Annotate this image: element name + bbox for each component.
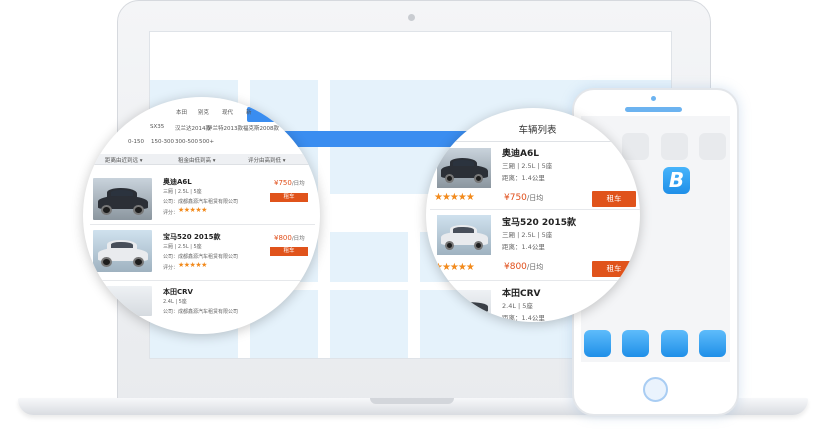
car-name[interactable]: 奥迪A6L — [163, 177, 192, 187]
car-price: ¥750/日均 — [274, 179, 305, 187]
dock-app-icon[interactable] — [584, 330, 611, 357]
car-name[interactable]: 本田CRV — [502, 286, 541, 299]
car-spec: 三厢 | 2.5L | 5座 — [163, 244, 202, 250]
map-road — [408, 232, 420, 358]
rating-stars: ★★★★★ — [178, 206, 207, 214]
price-value: ¥750 — [274, 179, 292, 187]
car-company: 公司：成都鑫源汽车租赁有限公司 — [163, 309, 239, 315]
phone-app-icon[interactable] — [699, 133, 726, 160]
price-value: ¥750 — [504, 193, 527, 203]
car-name[interactable]: 奥迪A6L — [502, 146, 539, 159]
car-price: ¥800/日均 — [274, 234, 305, 242]
car-distance: 距离：1.4公里 — [502, 243, 545, 251]
filter-highlight — [247, 107, 302, 122]
sort-rating[interactable]: 评分由高到低 ▾ — [248, 156, 286, 164]
filter-model[interactable]: SX35 — [150, 124, 164, 130]
car-photo[interactable] — [93, 178, 152, 220]
car-photo[interactable] — [93, 230, 152, 272]
car-price: ¥750/日均 — [504, 193, 543, 203]
dock-app-icon[interactable] — [699, 330, 726, 357]
rent-button[interactable]: 租车 — [592, 261, 636, 277]
filter-price[interactable]: 150-300 — [151, 139, 174, 145]
filter-model[interactable]: 汉兰达2014款 — [175, 124, 211, 132]
rating-label: 评分： — [163, 210, 179, 216]
car-name[interactable]: 宝马520 2015款 — [502, 215, 576, 228]
car-name[interactable]: 宝马520 2015款 — [163, 232, 221, 242]
phone-home-button[interactable] — [643, 377, 668, 402]
filter-price[interactable]: 0-150 — [128, 139, 144, 145]
divider — [90, 224, 315, 225]
divider — [430, 280, 640, 281]
filter-brand[interactable]: 别克 — [198, 108, 209, 116]
phone-app-icon[interactable] — [661, 133, 688, 160]
divider — [430, 209, 640, 210]
car-photo[interactable] — [437, 290, 491, 320]
phone-camera — [651, 96, 656, 101]
divider — [430, 141, 640, 142]
dock-app-icon[interactable] — [622, 330, 649, 357]
rent-button[interactable]: 租车 — [592, 191, 636, 207]
car-photo[interactable] — [93, 286, 152, 316]
car-price: ¥800/日均 — [504, 262, 543, 272]
car-photo[interactable] — [437, 148, 491, 188]
car-company: 公司：成都鑫源汽车租赁有限公司 — [163, 254, 239, 260]
car-spec: 三厢 | 2.5L | 5座 — [502, 162, 553, 170]
price-value: ¥800 — [274, 234, 292, 242]
price-value: ¥800 — [504, 262, 527, 272]
sort-price[interactable]: 租金由低到高 ▾ — [178, 156, 216, 164]
rating-stars: ★★★★★ — [434, 192, 475, 203]
price-unit: /日均 — [291, 236, 305, 242]
mobile-list-magnifier: 车辆列表 ★★★★★ 奥迪A6L 三厢 | 2.5L | 5座 距离：1.4公里… — [426, 108, 640, 322]
dock-app-icon[interactable] — [661, 330, 688, 357]
filter-brand[interactable]: 现代 — [222, 108, 233, 116]
rating-stars: ★★★★★ — [434, 262, 475, 273]
laptop-notch — [370, 398, 454, 404]
car-distance: 距离：1.4公里 — [502, 314, 545, 322]
sort-distance[interactable]: 距离由近到远 ▾ — [105, 156, 143, 164]
filter-brand[interactable]: 本田 — [176, 108, 187, 116]
web-listing-magnifier: 本田 别克 现代 新 SX35 汉兰达2014款 伊兰特2013款 福克斯200… — [83, 97, 320, 334]
car-spec: 三厢 | 2.5L | 5座 — [502, 231, 553, 239]
vehicle-list-title: 车辆列表 — [518, 125, 557, 136]
rent-button[interactable]: 租车 — [270, 247, 308, 256]
car-distance: 距离：1.4公里 — [502, 174, 545, 182]
app-logo-icon[interactable]: B — [663, 167, 690, 194]
rating-label: 评分： — [163, 265, 179, 271]
divider — [90, 280, 315, 281]
car-spec: 三厢 | 2.5L | 5座 — [163, 189, 202, 195]
car-company: 公司：成都鑫源汽车租赁有限公司 — [163, 199, 239, 205]
filter-price[interactable]: 500+ — [199, 139, 214, 145]
filter-price[interactable]: 300-500 — [175, 139, 198, 145]
car-photo[interactable] — [437, 215, 491, 255]
filter-model[interactable]: 伊兰特2013款 — [207, 124, 243, 132]
price-unit: /日均 — [526, 194, 544, 202]
filter-model[interactable]: 福克斯2008款 — [243, 124, 279, 132]
rating-stars: ★★★★★ — [178, 261, 207, 269]
price-unit: /日均 — [291, 181, 305, 187]
rent-button[interactable]: 租车 — [270, 193, 308, 202]
car-name[interactable]: 本田CRV — [163, 287, 193, 297]
car-spec: 2.4L | 5座 — [163, 299, 187, 305]
laptop-camera — [408, 14, 415, 21]
filter-brand[interactable]: 新 — [246, 108, 252, 116]
car-spec: 2.4L | 5座 — [502, 302, 533, 310]
price-unit: /日均 — [526, 263, 544, 271]
